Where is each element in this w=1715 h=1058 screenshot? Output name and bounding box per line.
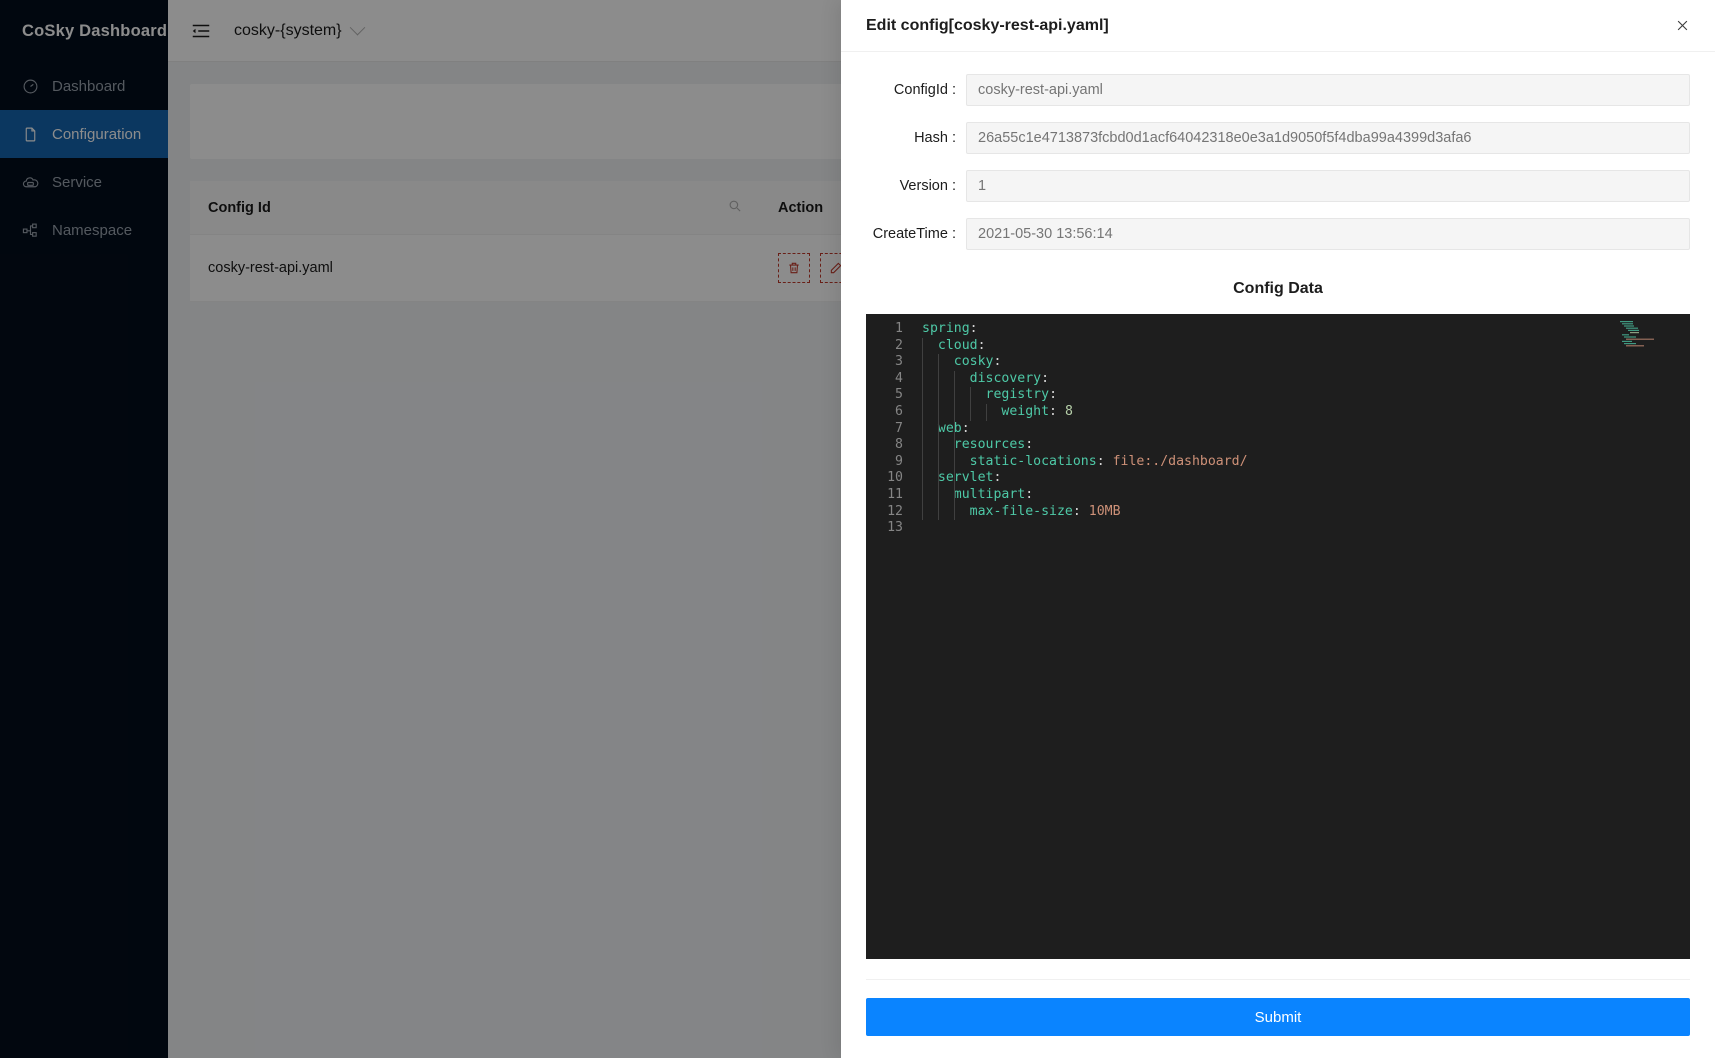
line-number: 10 xyxy=(887,470,903,486)
form-row-configid: ConfigId xyxy=(866,74,1690,106)
yaml-colon: : xyxy=(993,470,1002,486)
yaml-colon: : xyxy=(969,321,978,336)
configid-field[interactable] xyxy=(966,74,1690,106)
config-data-title: Config Data xyxy=(1233,280,1323,297)
form-row-hash: Hash xyxy=(866,122,1690,154)
code-line: discovery: xyxy=(922,371,1690,388)
indent-guide xyxy=(922,337,923,521)
line-number: 13 xyxy=(887,520,903,536)
line-number: 8 xyxy=(895,437,903,453)
drawer-header: Edit config[cosky-rest-api.yaml] xyxy=(841,0,1715,52)
line-number: 12 xyxy=(887,503,903,519)
indent-guide xyxy=(953,370,955,521)
yaml-key: discovery xyxy=(969,370,1042,386)
yaml-key: spring xyxy=(922,321,970,336)
code-line: web: xyxy=(922,421,1690,438)
version-field[interactable] xyxy=(966,170,1690,202)
line-number: 1 xyxy=(895,321,903,336)
code-line: static-locations: file:./dashboard/ xyxy=(922,454,1690,471)
yaml-key: servlet xyxy=(937,470,994,486)
code-line: weight: 8 xyxy=(922,404,1690,421)
yaml-colon: : xyxy=(1049,387,1058,403)
yaml-value: 8 xyxy=(1057,403,1073,419)
line-number: 6 xyxy=(895,403,903,419)
editor-code[interactable]: spring: cloud: cosky: discovery: registr… xyxy=(912,314,1690,959)
line-number: 5 xyxy=(895,387,903,403)
code-line: cosky: xyxy=(922,354,1690,371)
line-number: 7 xyxy=(895,420,903,436)
indent-guide xyxy=(985,404,987,421)
hash-field[interactable] xyxy=(966,122,1690,154)
yaml-key: cosky xyxy=(953,354,994,370)
yaml-key: cloud xyxy=(937,337,978,353)
yaml-value: 10MB xyxy=(1080,503,1121,519)
createtime-field[interactable] xyxy=(966,218,1690,250)
field-label: Hash xyxy=(866,130,966,146)
line-number: 3 xyxy=(895,354,903,370)
drawer-title: Edit config[cosky-rest-api.yaml] xyxy=(866,16,1109,34)
yaml-colon: : xyxy=(1041,370,1050,386)
field-label: ConfigId xyxy=(866,82,966,98)
drawer-footer: Submit xyxy=(841,980,1715,1058)
drawer-body: ConfigId Hash Version CreateTime Config … xyxy=(841,52,1715,959)
form-row-createtime: CreateTime xyxy=(866,218,1690,250)
line-number: 9 xyxy=(895,453,903,469)
code-line: resources: xyxy=(922,437,1690,454)
yaml-colon: : xyxy=(1049,403,1057,419)
close-icon[interactable] xyxy=(1671,15,1693,37)
form-row-version: Version xyxy=(866,170,1690,202)
yaml-key: multipart xyxy=(953,486,1026,502)
submit-button[interactable]: Submit xyxy=(866,998,1690,1036)
code-line: servlet: xyxy=(922,470,1690,487)
yaml-colon: : xyxy=(1025,437,1034,453)
yaml-key: web xyxy=(937,420,962,436)
code-line: cloud: xyxy=(922,338,1690,355)
yaml-key: registry xyxy=(985,387,1050,403)
field-label: Version xyxy=(866,178,966,194)
line-number: 2 xyxy=(895,337,903,353)
yaml-colon: : xyxy=(1096,453,1105,469)
yaml-value: file:./dashboard/ xyxy=(1104,453,1248,469)
yaml-key: static-locations xyxy=(969,453,1097,469)
indent-guide xyxy=(937,354,939,521)
yaml-colon: : xyxy=(993,354,1002,370)
yaml-colon: : xyxy=(1025,486,1034,502)
code-line: registry: xyxy=(922,387,1690,404)
code-line: max-file-size: 10MB xyxy=(922,504,1690,521)
config-code-editor[interactable]: 1 2 3 4 5 6 7 8 9 10 11 12 13 spring: cloud: cosky: … xyxy=(866,314,1690,959)
field-label: CreateTime xyxy=(866,226,966,242)
code-line: spring: xyxy=(922,321,1690,338)
line-number: 4 xyxy=(895,370,903,386)
yaml-key: weight xyxy=(1001,403,1050,419)
yaml-colon: : xyxy=(961,420,970,436)
indent-guide xyxy=(969,387,971,421)
code-line: multipart: xyxy=(922,487,1690,504)
yaml-key: resources xyxy=(953,437,1026,453)
line-number: 11 xyxy=(887,486,903,502)
edit-config-drawer: Edit config[cosky-rest-api.yaml] ConfigI… xyxy=(841,0,1715,1058)
editor-minimap[interactable] xyxy=(1618,320,1676,350)
yaml-colon: : xyxy=(977,337,986,353)
yaml-key: max-file-size xyxy=(969,503,1073,519)
yaml-colon: : xyxy=(1072,503,1081,519)
editor-gutter: 1 2 3 4 5 6 7 8 9 10 11 12 13 xyxy=(866,314,912,959)
editor-scrollbar[interactable] xyxy=(1682,314,1690,959)
